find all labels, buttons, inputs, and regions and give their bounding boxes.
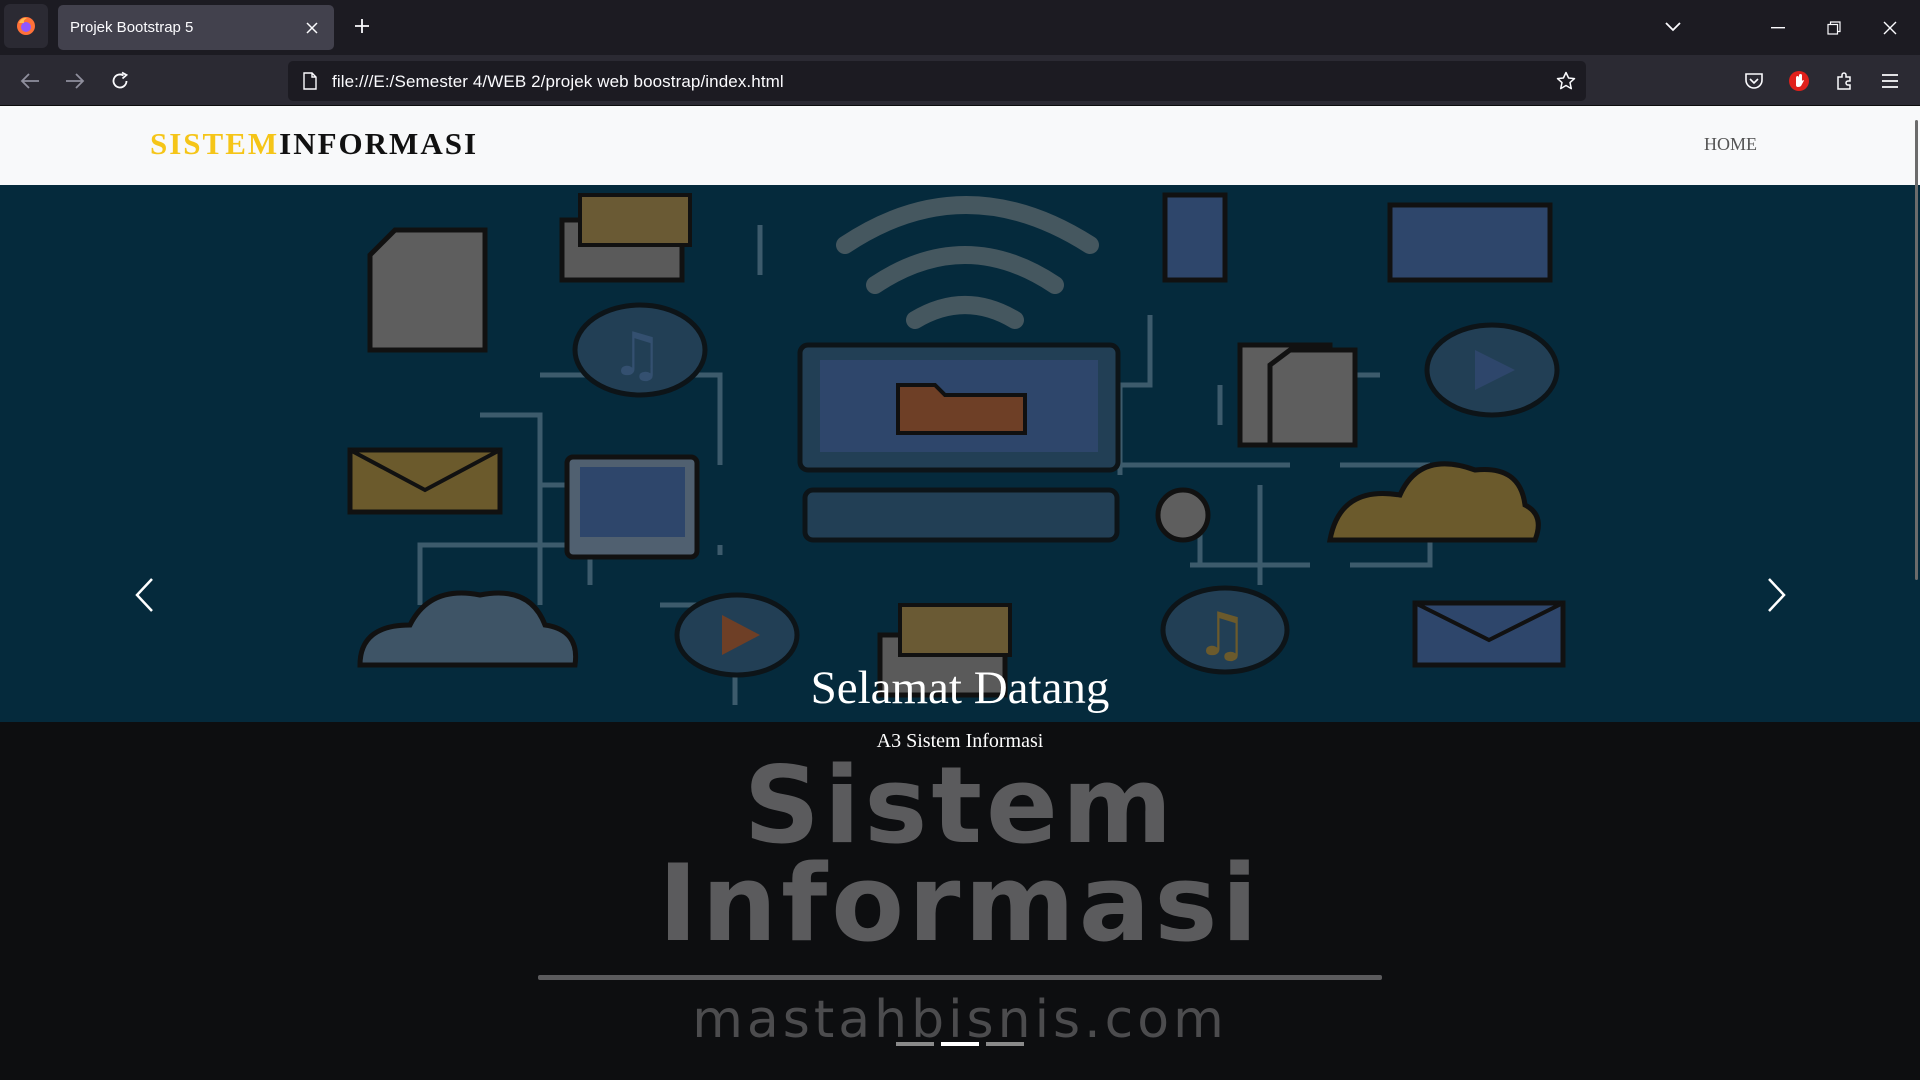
svg-text:♫: ♫ bbox=[610, 320, 664, 390]
firefox-icon bbox=[17, 17, 35, 35]
minimize-icon[interactable] bbox=[1750, 0, 1806, 55]
pocket-icon[interactable] bbox=[1739, 66, 1769, 96]
carousel-next-button[interactable] bbox=[1757, 570, 1797, 620]
brand-part-informasi: INFORMASI bbox=[279, 126, 479, 161]
background-domain-text: mastahbisnis.com bbox=[692, 990, 1228, 1050]
carousel-indicator-2[interactable] bbox=[941, 1042, 979, 1046]
carousel-caption-title: Selamat Datang bbox=[810, 662, 1110, 714]
nav-link-home[interactable]: HOME bbox=[1704, 134, 1757, 155]
back-icon[interactable] bbox=[15, 66, 45, 96]
chevron-down-icon[interactable] bbox=[1660, 14, 1686, 40]
svg-text:♫: ♫ bbox=[1195, 600, 1249, 670]
tab-bar: Projek Bootstrap 5 bbox=[0, 0, 1920, 55]
close-window-icon[interactable] bbox=[1862, 0, 1918, 55]
firefox-view-button[interactable] bbox=[4, 4, 48, 48]
network-illustration-graphic: ♫ ♫ bbox=[347, 192, 1566, 705]
carousel-indicator-3[interactable] bbox=[986, 1042, 1024, 1046]
carousel-prev-button[interactable] bbox=[124, 570, 164, 620]
background-text-line2: Informasi bbox=[658, 842, 1262, 965]
chevron-right-icon bbox=[1768, 578, 1786, 612]
chevron-left-icon bbox=[135, 578, 153, 612]
restore-icon[interactable] bbox=[1806, 0, 1862, 55]
carousel-indicators bbox=[896, 1042, 1026, 1048]
brand-part-sistem: SISTEM bbox=[150, 126, 280, 161]
page-viewport: SISTEMINFORMASI HOME ♫ ♫ Sistem Informas… bbox=[0, 106, 1920, 1080]
url-text: file:///E:/Semester 4/WEB 2/projek web b… bbox=[332, 72, 784, 91]
tab-title: Projek Bootstrap 5 bbox=[70, 19, 194, 36]
slide-background-image: Sistem Informasi mastahbisnis.com bbox=[0, 722, 1920, 1080]
navigation-toolbar: file:///E:/Semester 4/WEB 2/projek web b… bbox=[0, 55, 1920, 106]
extension-red-icon[interactable] bbox=[1784, 66, 1814, 96]
carousel-caption-subtitle: A3 Sistem Informasi bbox=[876, 730, 1044, 752]
site-navbar: SISTEMINFORMASI HOME bbox=[0, 106, 1920, 185]
puzzle-icon[interactable] bbox=[1830, 66, 1860, 96]
network-illustration: ♫ ♫ bbox=[0, 185, 1920, 722]
forward-icon[interactable] bbox=[60, 66, 90, 96]
page-scrollbar[interactable] bbox=[1914, 106, 1920, 1080]
background-divider bbox=[538, 975, 1382, 980]
page-icon bbox=[300, 71, 320, 91]
menu-icon[interactable] bbox=[1875, 66, 1905, 96]
url-bar[interactable]: file:///E:/Semester 4/WEB 2/projek web b… bbox=[288, 61, 1586, 101]
plus-icon[interactable] bbox=[348, 12, 376, 40]
scrollbar-thumb[interactable] bbox=[1915, 120, 1918, 580]
brand-logo[interactable]: SISTEMINFORMASI bbox=[150, 126, 478, 162]
active-tab[interactable]: Projek Bootstrap 5 bbox=[58, 5, 334, 50]
hero-carousel: ♫ ♫ Sistem Informasi mastahbisnis.com Se… bbox=[0, 185, 1920, 1080]
reload-icon[interactable] bbox=[105, 66, 135, 96]
star-icon[interactable] bbox=[1554, 69, 1578, 93]
carousel-indicator-1[interactable] bbox=[896, 1042, 934, 1046]
close-icon[interactable] bbox=[302, 18, 322, 38]
